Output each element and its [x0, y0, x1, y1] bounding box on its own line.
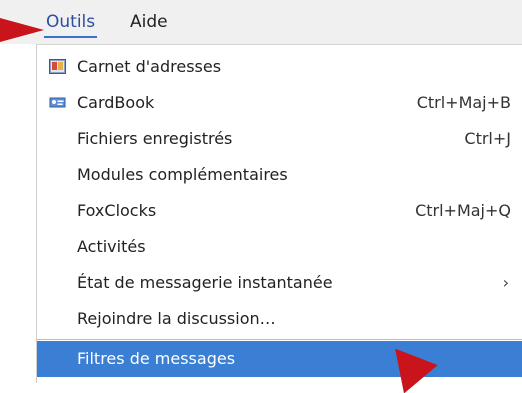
menu-item-label: État de messagerie instantanée [77, 273, 333, 292]
menu-item-label: CardBook [77, 93, 155, 112]
menu-item-cardbook[interactable]: CardBook Ctrl+Maj+B [37, 85, 522, 121]
menu-separator [37, 339, 522, 340]
menu-item-shortcut: Ctrl+Maj+Q [415, 201, 511, 220]
menu-item-filtres-messages[interactable]: Filtres de messages [37, 341, 522, 377]
outils-dropdown-menu: Carnet d'adresses CardBook Ctrl+Maj+B Fi… [36, 44, 522, 383]
menu-item-fichiers-enregistres[interactable]: Fichiers enregistrés Ctrl+J [37, 121, 522, 157]
menu-item-activites[interactable]: Activités [37, 229, 522, 265]
menu-item-label: Rejoindre la discussion… [77, 309, 276, 328]
menu-item-shortcut: Ctrl+Maj+B [416, 93, 511, 112]
menu-item-label: Carnet d'adresses [77, 57, 222, 76]
menubar: Outils Aide [0, 0, 522, 44]
menu-item-modules-complementaires[interactable]: Modules complémentaires [37, 157, 522, 193]
address-book-icon [49, 59, 66, 74]
menu-item-label: Modules complémentaires [77, 165, 288, 184]
red-pointer-arrow-icon [0, 18, 44, 42]
menu-item-foxclocks[interactable]: FoxClocks Ctrl+Maj+Q [37, 193, 522, 229]
menu-outils[interactable]: Outils [38, 0, 103, 44]
menu-item-shortcut: Ctrl+J [464, 129, 511, 148]
menu-item-label: Activités [77, 237, 146, 256]
menu-item-rejoindre-discussion[interactable]: Rejoindre la discussion… [37, 301, 522, 337]
menu-item-etat-messagerie[interactable]: État de messagerie instantanée › [37, 265, 522, 301]
menu-item-label: Filtres de messages [77, 349, 236, 368]
cardbook-icon [49, 97, 66, 108]
menu-item-label: FoxClocks [77, 201, 157, 220]
submenu-arrow-icon: › [502, 273, 509, 292]
menu-item-label: Fichiers enregistrés [77, 129, 233, 148]
menu-aide[interactable]: Aide [122, 0, 176, 44]
menu-item-carnet-adresses[interactable]: Carnet d'adresses [37, 49, 522, 85]
